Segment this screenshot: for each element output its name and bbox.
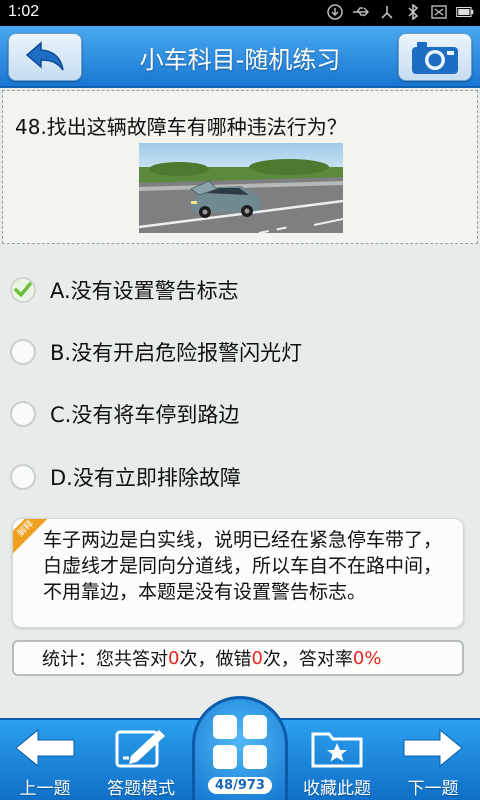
folder-star-icon <box>311 732 363 768</box>
question-list-button[interactable]: 48/973 <box>192 696 288 800</box>
no-sim-icon <box>430 3 448 21</box>
camera-icon <box>412 42 458 74</box>
question-text: 48.找出这辆故障车有哪种违法行为？ <box>15 115 347 139</box>
arrow-right-icon <box>403 728 463 768</box>
status-bar: 1:02 <box>0 0 480 26</box>
explanation-box: 解释 车子两边是白实线，说明已经在紧急停车带了，白虚线才是同向分道线，所以车自不… <box>12 518 464 628</box>
next-question-button[interactable]: 下一题 <box>388 720 478 800</box>
edit-icon <box>115 730 165 768</box>
option-c-label: C.没有将车停到路边 <box>50 403 240 427</box>
stats-prefix: 统计：您共答对 <box>42 649 168 670</box>
broken-down-car-photo <box>139 143 343 233</box>
option-b-label: B.没有开启危险报警闪光灯 <box>50 341 303 365</box>
answer-mode-button[interactable]: 答题模式 <box>96 720 186 800</box>
progress-counter: 48/973 <box>208 777 272 794</box>
battery-icon <box>456 3 474 21</box>
question-card: 48.找出这辆故障车有哪种违法行为？ <box>2 90 478 244</box>
camera-button[interactable] <box>398 33 472 81</box>
stats-correct: 0 <box>168 647 180 669</box>
radio-icon <box>10 464 36 490</box>
option-d[interactable]: D.没有立即排除故障 <box>10 457 470 497</box>
radio-icon <box>10 401 36 427</box>
explanation-text: 车子两边是白实线，说明已经在紧急停车带了，白虚线才是同向分道线，所以车自不在路中… <box>43 529 443 603</box>
stats-wrong: 0 <box>251 647 263 669</box>
title-bar: 小车科目-随机练习 <box>0 26 480 88</box>
status-icons <box>326 3 474 21</box>
stats-mid2: 次，答对率 <box>262 649 353 670</box>
check-icon <box>10 277 36 303</box>
bluetooth-icon <box>404 3 422 21</box>
favorite-label: 收藏此题 <box>303 779 371 799</box>
back-button[interactable] <box>8 33 82 81</box>
arrow-left-icon <box>15 728 75 768</box>
prev-question-button[interactable]: 上一题 <box>0 720 90 800</box>
stats-bar: 统计：您共答对 0 次，做错 0 次，答对率 0% <box>12 640 464 676</box>
grid-icon <box>213 715 267 769</box>
option-d-label: D.没有立即排除故障 <box>50 466 241 490</box>
option-a[interactable]: A.没有设置警告标志 <box>10 270 470 310</box>
question-image[interactable] <box>139 143 343 233</box>
option-c[interactable]: C.没有将车停到路边 <box>10 394 470 434</box>
answer-mode-label: 答题模式 <box>107 779 175 799</box>
radio-icon <box>10 339 36 365</box>
prev-question-label: 上一题 <box>19 779 71 799</box>
favorite-button[interactable]: 收藏此题 <box>292 720 382 800</box>
back-icon <box>25 41 64 71</box>
page-title: 小车科目-随机练习 <box>139 46 341 74</box>
option-a-label: A.没有设置警告标志 <box>50 279 239 303</box>
stats-mid1: 次，做错 <box>179 649 252 670</box>
next-question-label: 下一题 <box>407 779 459 799</box>
status-time: 1:02 <box>8 3 40 20</box>
stats-rate: 0% <box>352 647 382 669</box>
download-icon <box>326 3 344 21</box>
option-b[interactable]: B.没有开启危险报警闪光灯 <box>10 332 470 372</box>
usb-icon <box>352 3 370 21</box>
transfer-icon <box>378 3 396 21</box>
